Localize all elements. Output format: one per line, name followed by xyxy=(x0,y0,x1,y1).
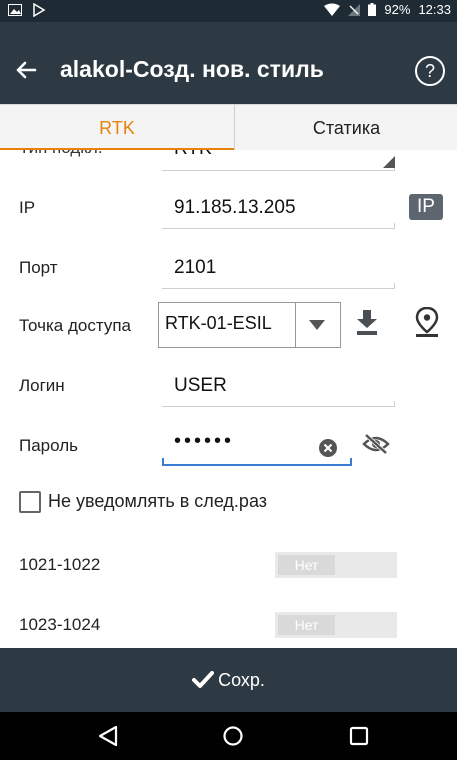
wifi-icon xyxy=(324,3,341,16)
help-button[interactable]: ? xyxy=(415,56,445,86)
home-circle-icon xyxy=(223,726,243,746)
save-label: Сохр. xyxy=(218,669,265,690)
hide-password-icon[interactable] xyxy=(362,433,390,455)
login-row: Логин USER xyxy=(0,364,457,414)
msg-1021-toggle[interactable]: Нет xyxy=(275,552,397,578)
nav-recents-button[interactable] xyxy=(345,722,373,750)
checkmark-icon xyxy=(192,671,215,688)
mountpoint-row: Точка доступа RTK-01-ESIL xyxy=(0,302,457,352)
nav-home-button[interactable] xyxy=(219,722,247,750)
msg-1023-row: 1023-1024 Нет xyxy=(0,602,457,652)
password-focus-tick-right xyxy=(350,458,352,466)
back-button[interactable] xyxy=(8,52,44,88)
ip-button[interactable]: IP xyxy=(409,194,443,220)
password-input[interactable]: •••••• xyxy=(174,430,234,453)
download-icon[interactable] xyxy=(355,310,379,336)
save-bar: Сохр. xyxy=(0,648,457,712)
msg-1021-toggle-knob: Нет xyxy=(278,555,335,575)
port-row: Порт 2101 xyxy=(0,246,457,296)
port-input[interactable]: 2101 xyxy=(174,257,216,279)
password-row: Пароль •••••• xyxy=(0,422,457,472)
settings-form[interactable]: Тип подкл. RTK IP 91.185.13.205 IP Порт … xyxy=(0,150,457,725)
connection-type-label: Тип подкл. xyxy=(19,150,103,158)
ip-label: IP xyxy=(19,198,36,217)
ip-row: IP 91.185.13.205 IP xyxy=(0,186,457,236)
port-underline xyxy=(162,283,395,289)
msg-1023-toggle[interactable]: Нет xyxy=(275,612,397,638)
location-pin-icon[interactable] xyxy=(415,307,439,337)
login-underline xyxy=(162,401,395,407)
dont-notify-row[interactable]: Не уведомлять в след.раз xyxy=(0,486,457,522)
dont-notify-label: Не уведомлять в след.раз xyxy=(48,491,268,511)
dropdown-arrow-icon xyxy=(309,320,325,330)
save-button[interactable]: Сохр. xyxy=(0,648,457,712)
msg-1023-label: 1023-1024 xyxy=(19,615,101,634)
no-signal-icon xyxy=(348,3,361,16)
recents-square-icon xyxy=(349,726,369,746)
tab-rtk[interactable]: RTK xyxy=(0,105,234,151)
clear-text-icon[interactable] xyxy=(319,439,337,457)
gallery-notification-icon xyxy=(8,4,22,16)
password-focus-tick xyxy=(162,458,164,466)
tab-static[interactable]: Статика xyxy=(234,105,457,151)
mountpoint-value: RTK-01-ESIL xyxy=(165,313,272,333)
password-focus-underline xyxy=(162,464,352,466)
msg-1021-label: 1021-1022 xyxy=(19,555,101,574)
back-arrow-icon xyxy=(16,61,37,79)
port-label: Порт xyxy=(19,258,58,277)
login-input[interactable]: USER xyxy=(174,375,227,397)
battery-percent: 92% xyxy=(384,2,411,17)
system-nav-bar xyxy=(0,712,457,760)
mountpoint-label: Точка доступа xyxy=(19,316,131,335)
ip-underline xyxy=(162,223,395,229)
dropdown-corner-icon xyxy=(383,156,395,168)
clock: 12:33 xyxy=(418,2,451,17)
ip-input[interactable]: 91.185.13.205 xyxy=(174,197,296,219)
password-label: Пароль xyxy=(19,436,78,455)
mountpoint-select[interactable]: RTK-01-ESIL xyxy=(158,302,296,348)
connection-type-underline xyxy=(162,165,395,171)
play-notification-icon xyxy=(33,3,46,17)
page-title: alakol-Созд. нов. стиль xyxy=(60,56,324,82)
tab-bar: RTK Статика xyxy=(0,104,457,151)
mountpoint-dropdown-button[interactable] xyxy=(294,302,341,348)
battery-icon xyxy=(368,3,377,16)
dont-notify-checkbox[interactable] xyxy=(19,491,41,513)
login-label: Логин xyxy=(19,376,65,395)
back-triangle-icon xyxy=(98,725,118,747)
status-bar: 92% 12:33 xyxy=(0,0,457,22)
question-mark-icon: ? xyxy=(424,61,435,81)
connection-type-row[interactable]: Тип подкл. RTK xyxy=(0,150,457,172)
msg-1021-row: 1021-1022 Нет xyxy=(0,542,457,592)
msg-1023-toggle-knob: Нет xyxy=(278,615,335,635)
nav-back-button[interactable] xyxy=(94,722,122,750)
connection-type-value: RTK xyxy=(174,150,212,160)
